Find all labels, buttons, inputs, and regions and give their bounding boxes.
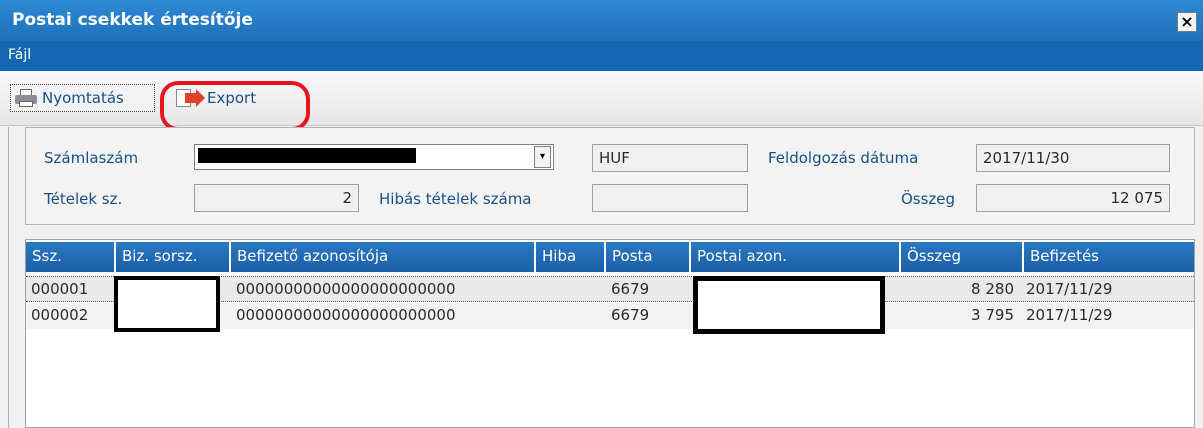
menu-file[interactable]: Fájl — [8, 47, 31, 63]
cell-ssz: 000001 — [31, 280, 89, 298]
redacted-biz-sorsz — [114, 276, 220, 332]
column-header-osszeg[interactable]: Összeg — [899, 242, 1022, 272]
cell-befizeto: 00000000000000000000000 — [236, 280, 456, 298]
items-count-field: 2 — [194, 184, 359, 212]
total-label: Összeg — [901, 190, 956, 208]
menu-bar: Fájl — [0, 41, 1203, 71]
column-header-hiba[interactable]: Hiba — [534, 242, 604, 272]
cell-posta: 6679 — [611, 280, 650, 298]
column-header-befizeto[interactable]: Befizető azonosítója — [229, 242, 534, 272]
table-header: Ssz. Biz. sorsz. Befizető azonosítója Hi… — [26, 240, 1194, 273]
export-highlight-annotation — [160, 81, 310, 131]
cell-befizetes: 2017/11/29 — [1026, 306, 1113, 324]
column-header-biz-sorsz[interactable]: Biz. sorsz. — [114, 242, 229, 272]
print-button[interactable]: Nyomtatás — [10, 84, 155, 112]
postal-checks-window: Postai csekkek értesítője × Fájl Nyomtat… — [0, 0, 1203, 428]
account-number-label: Számlaszám — [44, 149, 139, 167]
column-header-postai-azon[interactable]: Postai azon. — [689, 242, 899, 272]
chevron-down-icon[interactable]: ▾ — [534, 146, 551, 168]
column-header-befizetes[interactable]: Befizetés — [1022, 242, 1194, 272]
redacted-postai-azon — [693, 276, 885, 334]
print-button-label: Nyomtatás — [42, 89, 124, 107]
cell-befizeto: 00000000000000000000000 — [236, 306, 456, 324]
cell-ssz: 000002 — [31, 306, 89, 324]
column-header-posta[interactable]: Posta — [604, 242, 689, 272]
currency-field: HUF — [592, 144, 748, 172]
left-divider — [8, 127, 9, 428]
cell-befizetes: 2017/11/29 — [1026, 280, 1113, 298]
processing-date-field: 2017/11/30 — [976, 144, 1170, 172]
items-count-label: Tételek sz. — [44, 190, 123, 208]
cell-osszeg: 3 795 — [971, 306, 1014, 324]
total-field: 12 075 — [976, 184, 1170, 212]
payments-table: Ssz. Biz. sorsz. Befizető azonosítója Hi… — [25, 239, 1195, 428]
title-bar: Postai csekkek értesítője × — [0, 0, 1203, 41]
error-items-label: Hibás tételek száma — [379, 190, 532, 208]
printer-icon — [15, 89, 37, 107]
error-items-field — [592, 184, 748, 212]
cell-posta: 6679 — [611, 306, 650, 324]
window-title: Postai csekkek értesítője — [12, 10, 253, 30]
processing-date-label: Feldolgozás dátuma — [768, 149, 919, 167]
redacted-account-number — [198, 148, 416, 163]
column-header-ssz[interactable]: Ssz. — [26, 242, 114, 272]
close-button[interactable]: × — [1177, 12, 1197, 32]
summary-form: Számlaszám ▾ HUF Feldolgozás dátuma 2017… — [25, 127, 1195, 225]
cell-osszeg: 8 280 — [971, 280, 1014, 298]
